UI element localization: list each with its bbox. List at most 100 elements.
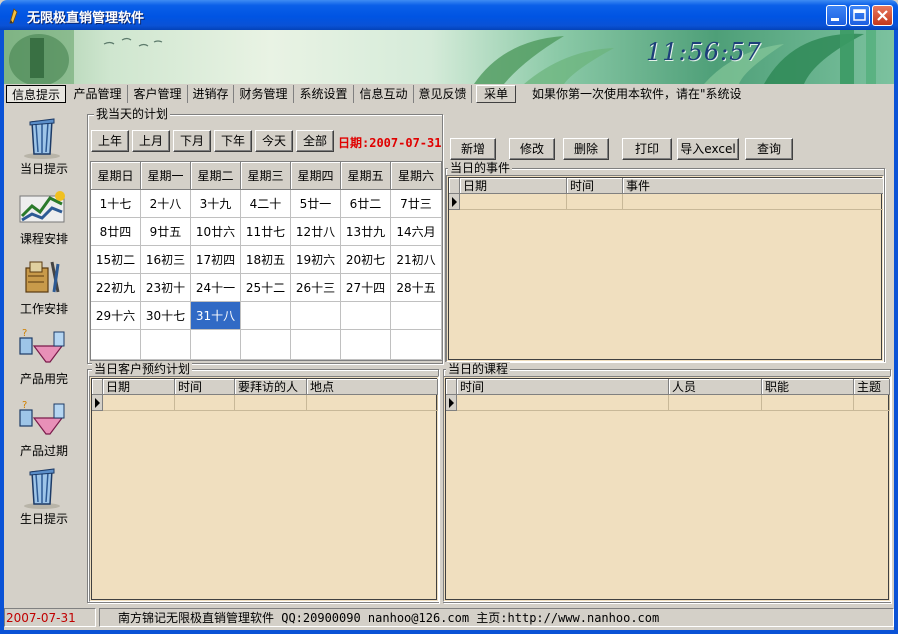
print-button[interactable]: 打印 [622, 138, 672, 160]
table-cell[interactable] [307, 395, 438, 411]
calendar-day[interactable]: 19初六 [291, 246, 341, 274]
nav-course-schedule[interactable]: 课程安排 [4, 184, 84, 250]
column-header[interactable]: 事件 [623, 178, 883, 194]
calendar-day-empty[interactable] [391, 330, 442, 360]
table-cell[interactable] [623, 194, 883, 210]
prev-month-button[interactable]: 上月 [132, 130, 170, 152]
table-cell[interactable] [175, 395, 235, 411]
calendar-day[interactable]: 11廿七 [241, 218, 291, 246]
column-header[interactable]: 日期 [103, 379, 175, 395]
tab-feedback[interactable]: 意见反馈 [414, 85, 472, 103]
prev-year-button[interactable]: 上年 [91, 130, 129, 152]
calendar-day[interactable]: 6廿二 [341, 190, 391, 218]
calendar-day-empty[interactable] [341, 330, 391, 360]
calendar-day[interactable]: 9廿五 [141, 218, 191, 246]
calendar-day[interactable]: 27十四 [341, 274, 391, 302]
calendar-day[interactable]: 15初二 [91, 246, 141, 274]
nav-work-schedule[interactable]: 工作安排 [4, 254, 84, 320]
tab-inventory[interactable]: 进销存 [188, 85, 234, 103]
table-cell[interactable] [235, 395, 307, 411]
events-grid[interactable]: 日期 时间 事件 [446, 175, 884, 362]
column-header[interactable]: 地点 [307, 379, 438, 395]
calendar-day[interactable]: 23初十 [141, 274, 191, 302]
calendar-day[interactable]: 17初四 [191, 246, 241, 274]
column-header[interactable]: 职能 [762, 379, 854, 395]
calendar-day[interactable]: 7廿三 [391, 190, 442, 218]
purchase-order-button[interactable]: 采单 [476, 85, 516, 103]
calendar-day[interactable]: 13廿九 [341, 218, 391, 246]
column-header[interactable]: 时间 [567, 178, 623, 194]
calendar-day[interactable]: 24十一 [191, 274, 241, 302]
tab-product-management[interactable]: 产品管理 [68, 85, 128, 103]
calendar-day[interactable]: 20初七 [341, 246, 391, 274]
calendar-day[interactable]: 8廿四 [91, 218, 141, 246]
courses-grid[interactable]: 时间 人员 职能 主题 [443, 376, 891, 602]
row-pointer-icon [95, 398, 100, 408]
nav-today-alert[interactable]: 当日提示 [4, 114, 84, 180]
calendar-day-selected[interactable]: 31十八 [191, 302, 241, 330]
tab-system-settings[interactable]: 系统设置 [294, 85, 354, 103]
tab-finance[interactable]: 财务管理 [234, 85, 294, 103]
tab-customer-management[interactable]: 客户管理 [128, 85, 188, 103]
column-header[interactable]: 日期 [460, 178, 567, 194]
calendar-day[interactable]: 28十五 [391, 274, 442, 302]
calendar-day-empty[interactable] [141, 330, 191, 360]
column-header[interactable]: 时间 [457, 379, 669, 395]
calendar-day[interactable]: 26十三 [291, 274, 341, 302]
calendar-day[interactable]: 18初五 [241, 246, 291, 274]
minimize-button[interactable] [826, 5, 847, 26]
calendar-day[interactable]: 25十二 [241, 274, 291, 302]
next-year-button[interactable]: 下年 [214, 130, 252, 152]
table-cell[interactable] [460, 194, 567, 210]
column-header[interactable]: 主题 [854, 379, 890, 395]
calendar-day[interactable]: 16初三 [141, 246, 191, 274]
calendar-day-empty[interactable] [391, 302, 442, 330]
next-month-button[interactable]: 下月 [173, 130, 211, 152]
calendar-day-empty[interactable] [341, 302, 391, 330]
table-cell[interactable] [567, 194, 623, 210]
calendar-day-empty[interactable] [241, 330, 291, 360]
all-button[interactable]: 全部 [296, 130, 334, 152]
calendar-day[interactable]: 1十七 [91, 190, 141, 218]
calendar-day-empty[interactable] [241, 302, 291, 330]
title-bar[interactable]: 无限极直销管理软件 [0, 0, 898, 30]
table-cell[interactable] [103, 395, 175, 411]
calendar-day[interactable]: 14六月 [391, 218, 442, 246]
calendar-day-empty[interactable] [291, 330, 341, 360]
today-button[interactable]: 今天 [255, 130, 293, 152]
table-cell[interactable] [854, 395, 890, 411]
calendar-day[interactable]: 5廿一 [291, 190, 341, 218]
maximize-button[interactable] [849, 5, 870, 26]
calendar-day[interactable]: 12廿八 [291, 218, 341, 246]
calendar-day[interactable]: 29十六 [91, 302, 141, 330]
calendar-day[interactable]: 10廿六 [191, 218, 241, 246]
nav-product-expired[interactable]: ? 产品过期 [4, 396, 84, 462]
calendar-day[interactable]: 30十七 [141, 302, 191, 330]
add-button[interactable]: 新增 [450, 138, 496, 160]
query-button[interactable]: 查询 [745, 138, 793, 160]
tab-info-alert[interactable]: 信息提示 [6, 85, 66, 103]
calendar-day[interactable]: 21初八 [391, 246, 442, 274]
calendar-day-empty[interactable] [191, 330, 241, 360]
import-excel-button[interactable]: 导入excel [677, 138, 739, 160]
tab-info-interaction[interactable]: 信息互动 [354, 85, 414, 103]
calendar-day-empty[interactable] [91, 330, 141, 360]
nav-birthday-alert[interactable]: 生日提示 [4, 464, 84, 530]
column-header[interactable]: 时间 [175, 379, 235, 395]
appointments-grid[interactable]: 日期 时间 要拜访的人 地点 [89, 376, 439, 602]
nav-product-used-up[interactable]: ? 产品用完 [4, 324, 84, 390]
calendar-day[interactable]: 4二十 [241, 190, 291, 218]
edit-button[interactable]: 修改 [509, 138, 555, 160]
calendar-day[interactable]: 3十九 [191, 190, 241, 218]
column-header[interactable]: 要拜访的人 [235, 379, 307, 395]
close-button[interactable] [872, 5, 893, 26]
table-cell[interactable] [457, 395, 669, 411]
column-header[interactable]: 人员 [669, 379, 762, 395]
calendar-day-empty[interactable] [291, 302, 341, 330]
table-cell[interactable] [669, 395, 762, 411]
calendar-day[interactable]: 2十八 [141, 190, 191, 218]
calendar-day[interactable]: 22初九 [91, 274, 141, 302]
table-cell[interactable] [762, 395, 854, 411]
delete-button[interactable]: 删除 [563, 138, 609, 160]
row-pointer-icon [452, 197, 457, 207]
